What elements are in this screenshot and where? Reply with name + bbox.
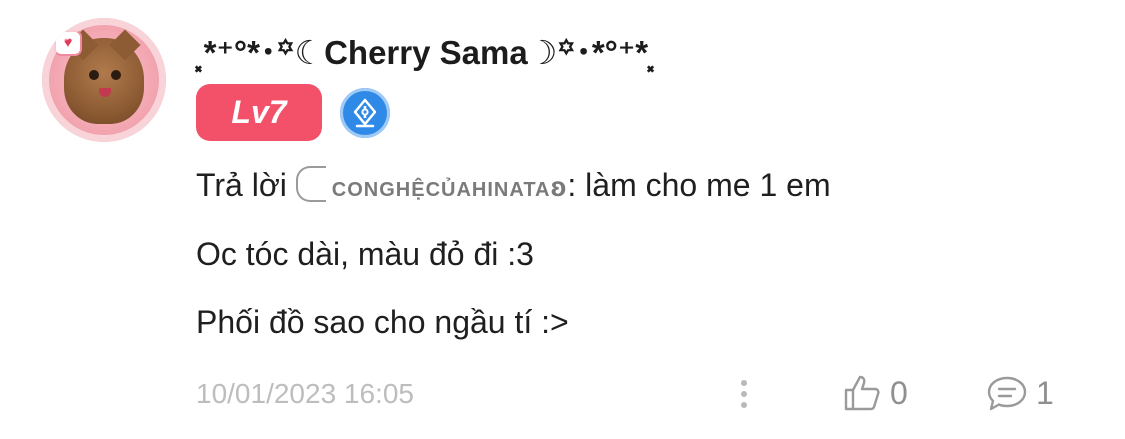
level-badge: Lv7 — [196, 84, 322, 141]
like-button[interactable]: 0 — [842, 370, 932, 416]
comment-card: ♥ ⸼*⁺°*･꙳☾Cherry Sama☽꙳･*°⁺*⸼ Lv7 Trả lờ… — [0, 0, 1125, 439]
thumbs-up-icon — [844, 375, 880, 411]
mentioned-user[interactable]: conghệcủahinata — [332, 171, 551, 202]
comment-line-3: Phối đồ sao cho ngầu tí :> — [196, 304, 569, 340]
reply-button[interactable]: 1 — [986, 370, 1066, 416]
avatar-frame — [42, 18, 166, 142]
reply-line: Trả lời conghệcủahinataʚ: làm cho me 1 e… — [196, 163, 831, 207]
like-count: 0 — [890, 375, 908, 411]
fountain-pen-icon — [340, 88, 390, 138]
timestamp: 10/01/2023 16:05 — [196, 378, 414, 409]
mention-suffix: ʚ — [550, 171, 568, 202]
reply-prefix: Trả lời — [196, 167, 287, 203]
avatar[interactable]: ♥ — [42, 18, 166, 142]
comment-bubble-icon — [987, 376, 1027, 411]
reply-text: : làm cho me 1 em — [567, 167, 831, 203]
reply-arrow-icon — [295, 166, 326, 202]
reply-count: 1 — [1036, 375, 1054, 411]
more-options-button[interactable] — [730, 372, 758, 416]
username[interactable]: ⸼*⁺°*･꙳☾Cherry Sama☽꙳･*°⁺*⸼ — [196, 28, 656, 78]
comment-line-2: Oc tóc dài, màu đỏ đi :3 — [196, 236, 534, 272]
